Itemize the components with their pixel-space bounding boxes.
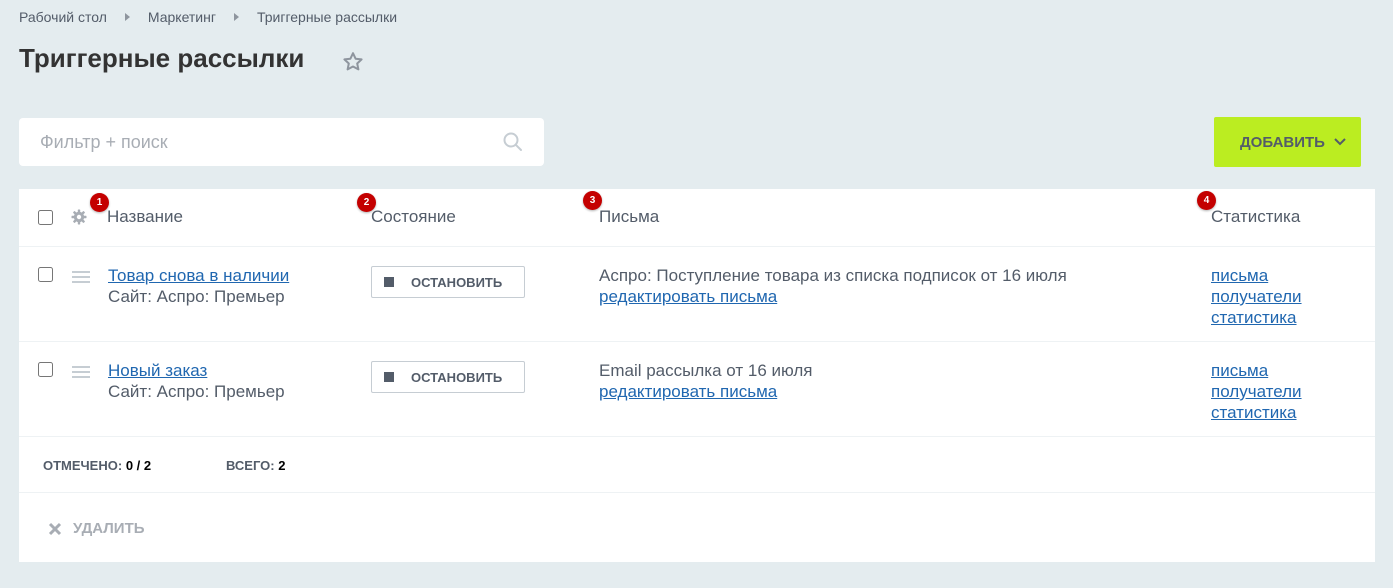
stop-button-label: ОСТАНОВИТЬ	[411, 369, 503, 385]
table-row: Новый заказ Сайт: Аспро: Премьер ОСТАНОВ…	[19, 342, 1375, 437]
stop-button[interactable]: ОСТАНОВИТЬ	[371, 361, 525, 393]
stop-icon	[384, 277, 394, 287]
stat-statistics-link[interactable]: статистика	[1211, 403, 1297, 423]
stop-button-label: ОСТАНОВИТЬ	[411, 274, 503, 290]
drag-handle-icon[interactable]	[72, 270, 90, 284]
breadcrumb-item-marketing[interactable]: Маркетинг	[148, 9, 216, 25]
delete-button[interactable]: УДАЛИТЬ	[48, 520, 145, 537]
column-header-letters[interactable]: Письма	[599, 207, 659, 227]
stop-icon	[384, 372, 394, 382]
drag-handle-icon[interactable]	[72, 365, 90, 379]
grid-footer: ОТМЕЧЕНО: 0 / 2 ВСЕГО: 2	[19, 438, 1375, 493]
breadcrumb-separator-icon	[233, 13, 239, 21]
grid-header-row: 1 Название 2 Состояние 3 Письма 4 Статис…	[19, 189, 1375, 247]
selected-label: ОТМЕЧЕНО:	[43, 458, 123, 473]
total-value: 2	[278, 458, 286, 473]
mailings-grid: 1 Название 2 Состояние 3 Письма 4 Статис…	[19, 189, 1375, 562]
table-row: Товар снова в наличии Сайт: Аспро: Премь…	[19, 247, 1375, 342]
stat-letters-link[interactable]: письма	[1211, 266, 1268, 286]
selected-count: ОТМЕЧЕНО: 0 / 2	[43, 458, 151, 473]
add-button-label: ДОБАВИТЬ	[1240, 133, 1325, 151]
letters-description: Аспро: Поступление товара из списка подп…	[599, 266, 1067, 285]
star-icon[interactable]	[341, 50, 365, 74]
add-button[interactable]: ДОБАВИТЬ	[1214, 117, 1361, 167]
chevron-down-icon	[1334, 138, 1346, 146]
breadcrumb: Рабочий стол Маркетинг Триггерные рассыл…	[19, 9, 397, 25]
mailing-name-link[interactable]: Новый заказ	[108, 361, 207, 381]
delete-button-label: УДАЛИТЬ	[73, 520, 145, 537]
breadcrumb-item-trigger-mailings[interactable]: Триггерные рассылки	[257, 9, 397, 25]
breadcrumb-item-desktop[interactable]: Рабочий стол	[19, 9, 107, 25]
stat-letters-link[interactable]: письма	[1211, 361, 1268, 381]
total-label: ВСЕГО:	[226, 458, 275, 473]
mailing-name-link[interactable]: Товар снова в наличии	[108, 266, 289, 286]
filter-search-input[interactable]	[19, 118, 479, 166]
stop-button[interactable]: ОСТАНОВИТЬ	[371, 266, 525, 298]
gear-icon[interactable]	[71, 209, 87, 225]
selected-value: 0 / 2	[125, 458, 152, 473]
stat-statistics-link[interactable]: статистика	[1211, 308, 1297, 328]
row-checkbox[interactable]	[38, 362, 53, 377]
letters-description: Email рассылка от 16 июля	[599, 361, 813, 380]
close-icon	[48, 522, 62, 535]
row-checkbox[interactable]	[38, 267, 53, 282]
filter-search-box	[19, 118, 544, 166]
mailing-site: Сайт: Аспро: Премьер	[108, 287, 285, 306]
edit-letters-link[interactable]: редактировать письма	[599, 382, 777, 402]
total-count: ВСЕГО: 2	[226, 458, 285, 473]
grid-action-panel: УДАЛИТЬ	[19, 493, 1375, 562]
mailing-site: Сайт: Аспро: Премьер	[108, 382, 285, 401]
column-header-name[interactable]: Название	[107, 207, 183, 227]
column-header-statistics[interactable]: Статистика	[1211, 207, 1300, 227]
breadcrumb-separator-icon	[124, 13, 130, 21]
select-all-checkbox[interactable]	[38, 210, 53, 225]
page-title: Триггерные рассылки	[19, 43, 305, 73]
search-icon[interactable]	[502, 131, 524, 153]
stat-recipients-link[interactable]: получатели	[1211, 287, 1302, 307]
edit-letters-link[interactable]: редактировать письма	[599, 287, 777, 307]
column-header-state[interactable]: Состояние	[371, 207, 456, 227]
stat-recipients-link[interactable]: получатели	[1211, 382, 1302, 402]
